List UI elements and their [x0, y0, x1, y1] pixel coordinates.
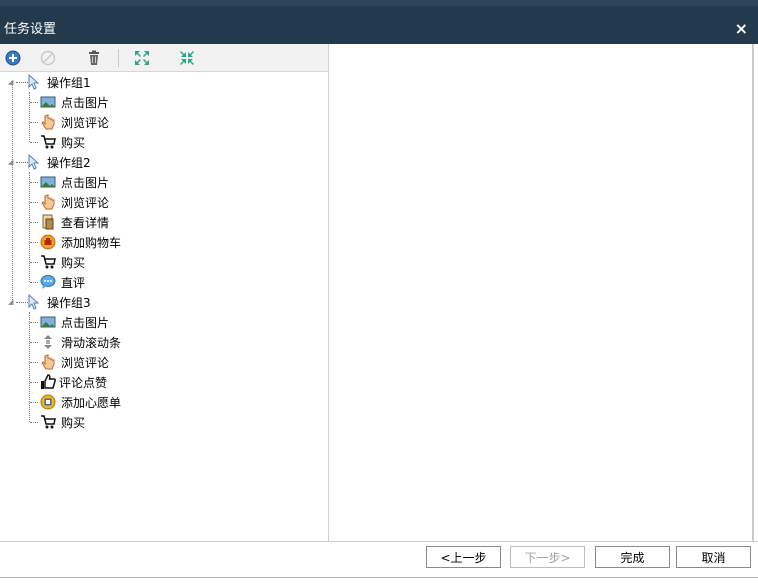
toolbar-separator	[118, 49, 119, 67]
tree-item[interactable]: 浏览评论	[30, 192, 109, 212]
detail-panel	[330, 44, 754, 542]
tree-guide-root	[12, 82, 13, 302]
tree-item-label: 浏览评论	[61, 195, 110, 210]
tree-item[interactable]: 点击图片	[30, 312, 109, 332]
picture-icon	[40, 174, 56, 190]
hand-icon	[40, 114, 56, 130]
hand-icon	[40, 194, 56, 210]
add-icon[interactable]	[3, 48, 23, 68]
tree-item[interactable]: 评论点赞	[30, 372, 107, 392]
next-button[interactable]: 下一步>	[510, 546, 585, 568]
tree-item[interactable]: 购买	[30, 252, 85, 272]
tree-toolbar	[0, 44, 328, 72]
tree-item[interactable]: 直评	[30, 272, 85, 292]
prev-button[interactable]: <上一步	[426, 546, 501, 568]
tree-group-label: 操作组1	[47, 75, 91, 90]
footer-bottom-border	[0, 577, 758, 578]
picture-icon	[40, 314, 56, 330]
close-icon[interactable]: ×	[735, 19, 748, 39]
tree-item[interactable]: 添加心愿单	[30, 392, 121, 412]
tree-item-label: 滑动滚动条	[61, 335, 122, 350]
tree-group-3[interactable]: ◢ 操作组3	[6, 292, 91, 312]
tree-item-label: 购买	[61, 135, 86, 150]
collapse-arrow-icon[interactable]: ◢	[8, 298, 16, 306]
disable-icon[interactable]	[38, 48, 58, 68]
scroll-icon	[40, 334, 56, 350]
tree-item[interactable]: 浏览评论	[30, 112, 109, 132]
tree-item-label: 添加心愿单	[61, 395, 122, 410]
picture-icon	[40, 94, 56, 110]
window-title: 任务设置	[4, 22, 57, 37]
finish-button[interactable]: 完成	[595, 546, 670, 568]
cart-icon	[40, 414, 56, 430]
cart-icon	[40, 134, 56, 150]
title-bar-top-strip	[0, 0, 758, 6]
tree-item[interactable]: 购买	[30, 132, 85, 152]
tree-group-2[interactable]: ◢ 操作组2	[6, 152, 91, 172]
tree-item-label: 评论点赞	[59, 375, 108, 390]
add-cart-icon	[40, 234, 56, 250]
tree-item[interactable]: 点击图片	[30, 92, 109, 112]
tree-item[interactable]: 查看详情	[30, 212, 109, 232]
expand-all-icon[interactable]	[132, 48, 152, 68]
tree-item-label: 点击图片	[61, 315, 110, 330]
tree-group-label: 操作组2	[47, 155, 91, 170]
right-border	[752, 44, 753, 542]
collapse-arrow-icon[interactable]: ◢	[8, 78, 16, 86]
tree-item[interactable]: 添加购物车	[30, 232, 121, 252]
tree-item-label: 点击图片	[61, 175, 110, 190]
tree-item-label: 查看详情	[61, 215, 110, 230]
tree-item-label: 添加购物车	[61, 235, 122, 250]
cart-icon	[40, 254, 56, 270]
delete-icon[interactable]	[84, 48, 104, 68]
pointer-icon	[26, 154, 42, 170]
tree-item[interactable]: 购买	[30, 412, 85, 432]
tree-item-label: 直评	[61, 275, 86, 290]
collapse-all-icon[interactable]	[177, 48, 197, 68]
tree-item[interactable]: 滑动滚动条	[30, 332, 121, 352]
pointer-icon	[26, 294, 42, 310]
cancel-button[interactable]: 取消	[676, 546, 751, 568]
title-bar: 任务设置 ×	[0, 0, 758, 44]
hand-icon	[40, 354, 56, 370]
collapse-arrow-icon[interactable]: ◢	[8, 158, 16, 166]
tree-item-label: 浏览评论	[61, 115, 110, 130]
tree-group-1[interactable]: ◢ 操作组1	[6, 72, 91, 92]
tree-item-label: 购买	[61, 415, 86, 430]
pointer-icon	[26, 74, 42, 90]
tree-item-label: 点击图片	[61, 95, 110, 110]
tree-item[interactable]: 点击图片	[30, 172, 109, 192]
tree-item-label: 浏览评论	[61, 355, 110, 370]
comment-bubble-icon	[40, 274, 56, 290]
tree-item[interactable]: 浏览评论	[30, 352, 109, 372]
tree-item-label: 购买	[61, 255, 86, 270]
detail-icon	[40, 214, 56, 230]
thumbs-up-icon	[40, 374, 56, 390]
wishlist-icon	[40, 394, 56, 410]
tree-group-label: 操作组3	[47, 295, 91, 310]
task-tree-panel: ◢ 操作组1 点击图片 浏览评论 购买 ◢ 操作组2 点击图片 浏览评论 查看详…	[0, 44, 329, 542]
